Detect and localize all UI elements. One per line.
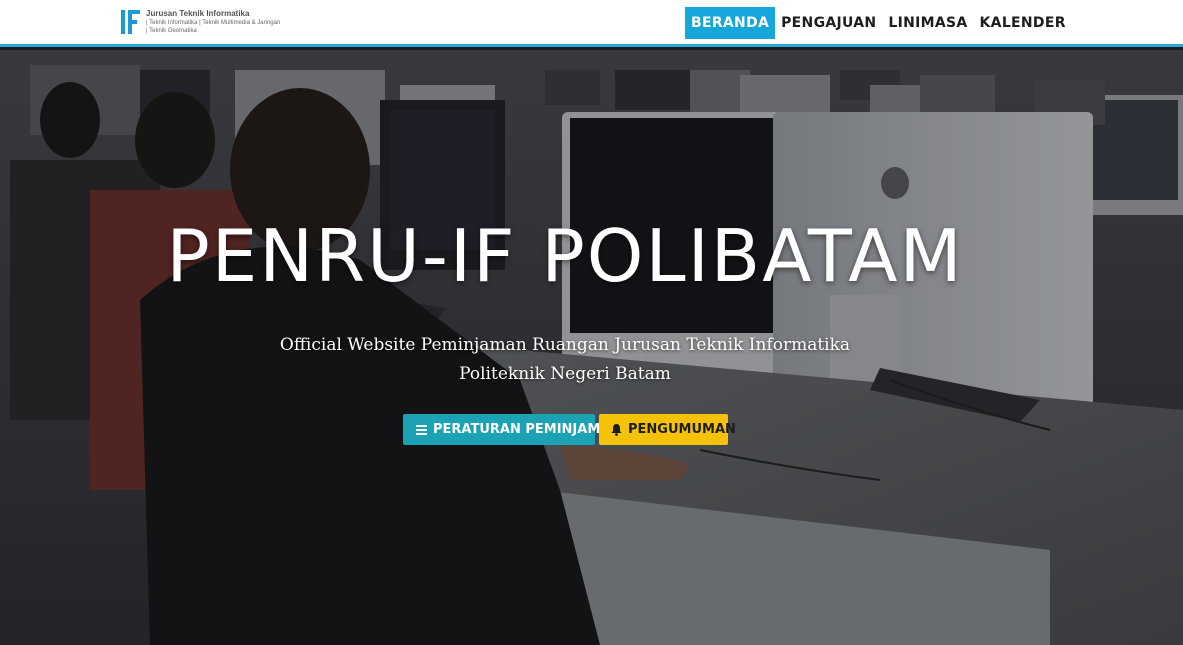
brand-title: Jurusan Teknik Informatika (146, 9, 250, 18)
nav-item-beranda[interactable]: BERANDA (685, 7, 776, 39)
pengumuman-label: PENGUMUMAN (628, 422, 736, 437)
bell-icon (611, 423, 622, 436)
nav-menu: BERANDA PENGAJUAN LINIMASA KALENDER (685, 7, 1072, 39)
hero-subtitle-line-2: Politeknik Negeri Batam (459, 364, 671, 384)
hero-title: PENRU-IF POLIBATAM (166, 214, 964, 298)
hero-subtitle-line-1: Official Website Peminjaman Ruangan Juru… (279, 335, 851, 355)
nav-item-pengajuan[interactable]: PENGAJUAN (775, 7, 882, 39)
nav-item-linimasa[interactable]: LINIMASA (882, 7, 973, 39)
if-logo-icon (120, 9, 142, 35)
navbar: Jurusan Teknik Informatika | Teknik Info… (0, 0, 1183, 47)
hero-subtitle: Official Website Peminjaman Ruangan Juru… (0, 331, 1130, 389)
brand-logo-link[interactable]: Jurusan Teknik Informatika | Teknik Info… (120, 9, 280, 39)
peraturan-peminjaman-button[interactable]: PERATURAN PEMINJAMAN (403, 414, 621, 445)
peraturan-peminjaman-label: PERATURAN PEMINJAMAN (433, 422, 622, 437)
hero-section: PENRU-IF POLIBATAM Official Website Pemi… (0, 50, 1183, 645)
nav-item-kalender[interactable]: KALENDER (974, 7, 1072, 39)
bars-icon (416, 424, 427, 435)
brand-subtitle-2: | Teknik Geomatika (146, 28, 197, 34)
brand-text: Jurusan Teknik Informatika | Teknik Info… (146, 9, 280, 35)
brand-subtitle-1: | Teknik Informatika | Teknik Multimedia… (146, 20, 281, 26)
hero-buttons: PERATURAN PEMINJAMAN PENGUMUMAN (403, 414, 736, 445)
pengumuman-button[interactable]: PENGUMUMAN (599, 414, 736, 445)
